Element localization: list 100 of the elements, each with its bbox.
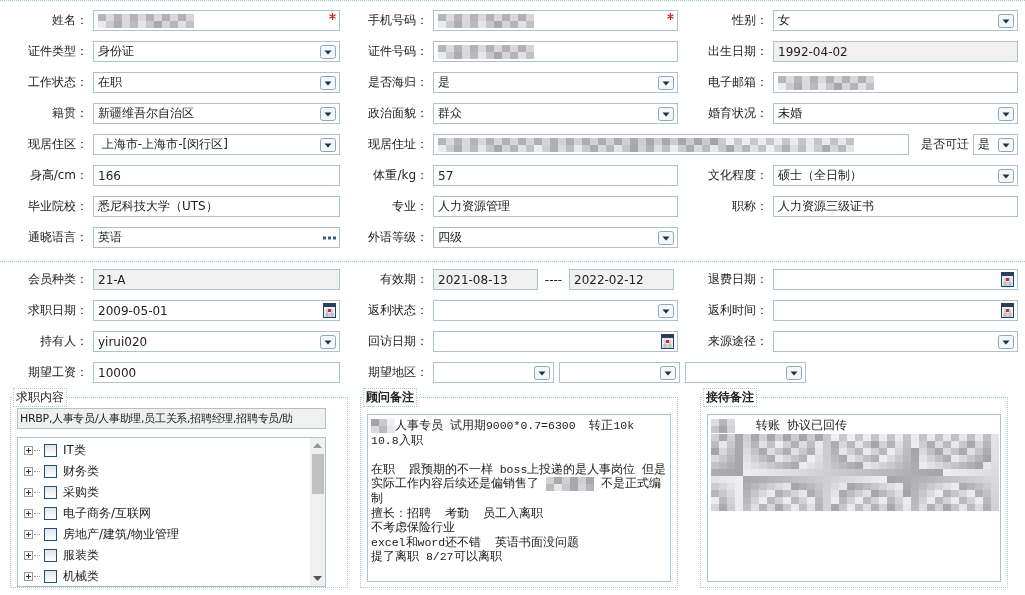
checkbox[interactable]	[44, 527, 57, 541]
notes-textarea[interactable]: 转账 协议已回传	[707, 414, 1001, 582]
notes-textarea[interactable]: 人事专员 试用期9000*0.7=6300 转正10k 10.8入职 在职 跟预期的不一样 boss上投递的是人事岗位 但是实际工作内容后续还是偏销售了 不是正式编制 擅长：招聘 考勤 员工入离职 不考虑保险行业 excel和word还不错 英语书面没问题 提了离职 8/27可以离职	[367, 414, 671, 582]
checkbox[interactable]	[44, 485, 57, 499]
field-label: 通晓语言：	[27, 229, 88, 246]
field-label: 姓名：	[51, 12, 88, 29]
category-label[interactable]: 房地产/建筑/物业管理	[63, 525, 180, 543]
calendar-icon[interactable]	[1001, 303, 1014, 318]
dropdown-field[interactable]	[773, 331, 1018, 352]
text-field[interactable]: 166	[93, 165, 340, 186]
date-field[interactable]: 2009-05-01	[93, 300, 340, 321]
checkbox[interactable]	[44, 464, 57, 478]
date-field[interactable]	[773, 300, 1018, 321]
redaction-mosaic	[371, 419, 395, 433]
text-field[interactable]	[433, 41, 678, 62]
calendar-icon[interactable]	[1001, 272, 1014, 287]
field-label: 籍贯：	[51, 105, 88, 122]
field-label: 返利状态：	[367, 302, 428, 319]
text-field[interactable]: 2021-08-13	[433, 269, 538, 290]
field-label: 持有人：	[39, 333, 88, 350]
category-label[interactable]: 财务类	[63, 462, 99, 480]
field-label: 电子邮箱：	[707, 74, 768, 91]
field-label: 是否海归：	[367, 74, 428, 91]
scrollbar[interactable]	[310, 438, 325, 586]
dropdown-field[interactable]: 未婚	[773, 103, 1018, 124]
text-field[interactable]: HRBP,人事专员/人事助理,员工关系,招聘经理,招聘专员/助	[17, 408, 326, 429]
checkbox[interactable]	[44, 569, 57, 583]
panel-title: 求职内容	[13, 388, 67, 407]
text-field[interactable]: 10000	[93, 362, 340, 383]
dropdown-field[interactable]: 女	[773, 10, 1018, 31]
text-field[interactable]: 57	[433, 165, 678, 186]
field-label: 期望地区：	[367, 364, 428, 381]
text-field[interactable]	[433, 10, 678, 31]
text-field[interactable]: 人力资源管理	[433, 196, 678, 217]
dropdown-field[interactable]: 新疆维吾尔自治区	[93, 103, 340, 124]
text-field[interactable]: 悉尼科技大学（UTS）	[93, 196, 340, 217]
field-label: 现居住址：	[367, 136, 428, 153]
lookup-field[interactable]: 英语	[93, 227, 340, 248]
range-separator: ----	[543, 272, 564, 287]
expand-icon[interactable]	[24, 487, 33, 497]
field-label: 工作状态：	[27, 74, 88, 91]
expand-icon[interactable]	[24, 466, 33, 476]
field-label: 期望工资：	[27, 364, 88, 381]
text-field[interactable]	[93, 10, 340, 31]
more-icon[interactable]	[323, 235, 336, 240]
field-label: 现居住区：	[27, 136, 88, 153]
expand-icon[interactable]	[24, 529, 33, 539]
checkbox[interactable]	[44, 548, 57, 562]
dropdown-field[interactable]: 身份证	[93, 41, 340, 62]
scroll-thumb[interactable]	[311, 454, 324, 494]
category-label[interactable]: 电子商务/互联网	[63, 504, 152, 522]
field-label: 出生日期：	[707, 43, 768, 60]
field-label: 手机号码：	[367, 12, 428, 29]
field-label: 返利时间：	[707, 302, 768, 319]
text-field[interactable]: 1992-04-02	[773, 41, 1018, 62]
expand-icon[interactable]	[24, 445, 33, 455]
text-field[interactable]: 21-A	[93, 269, 340, 290]
dropdown-field[interactable]	[685, 362, 806, 383]
text-field[interactable]: 人力资源三级证书	[773, 196, 1018, 217]
text-field[interactable]	[773, 72, 1018, 93]
dropdown-field[interactable]: 在职	[93, 72, 340, 93]
field-label: 婚育状况：	[707, 105, 768, 122]
calendar-icon[interactable]	[661, 334, 674, 349]
expand-icon[interactable]	[24, 508, 33, 518]
field-label: 政治面貌：	[367, 105, 428, 122]
dropdown-field[interactable]: 硕士（全日制）	[773, 165, 1018, 186]
field-label: 有效期：	[379, 271, 428, 288]
dropdown-field[interactable]: 上海市-上海市-[闵行区]	[93, 134, 340, 155]
dropdown-field[interactable]: yirui020	[93, 331, 340, 352]
dropdown-field[interactable]	[559, 362, 680, 383]
field-label: 证件号码：	[367, 43, 428, 60]
scroll-down-icon[interactable]	[313, 576, 322, 582]
dropdown-field[interactable]: 群众	[433, 103, 678, 124]
dropdown-field[interactable]: 是	[973, 134, 1018, 155]
category-label[interactable]: 采购类	[63, 483, 99, 501]
field-label: 回访日期：	[367, 333, 428, 350]
field-label: 毕业院校：	[27, 198, 88, 215]
field-label: 来源途径：	[707, 333, 768, 350]
expand-icon[interactable]	[24, 571, 33, 581]
category-label[interactable]: IT类	[63, 441, 86, 459]
dropdown-field[interactable]: 是	[433, 72, 678, 93]
checkbox[interactable]	[44, 443, 57, 457]
dropdown-field[interactable]: 四级	[433, 227, 678, 248]
field-label: 证件类型：	[27, 43, 88, 60]
category-label[interactable]: 机械类	[63, 567, 99, 585]
date-field[interactable]	[433, 331, 678, 352]
field-label: 外语等级：	[367, 229, 428, 246]
calendar-icon[interactable]	[323, 303, 336, 318]
dropdown-field[interactable]	[433, 300, 678, 321]
field-label: 职称：	[731, 198, 768, 215]
field-label: 身高/cm：	[28, 167, 88, 184]
text-field[interactable]	[433, 134, 909, 155]
checkbox[interactable]	[44, 506, 57, 520]
date-field[interactable]	[773, 269, 1018, 290]
field-label: 会员种类：	[27, 271, 88, 288]
panel-title: 接待备注	[703, 388, 757, 407]
expand-icon[interactable]	[24, 550, 33, 560]
category-label[interactable]: 服装类	[63, 546, 99, 564]
text-field[interactable]: 2022-02-12	[569, 269, 674, 290]
dropdown-field[interactable]	[433, 362, 554, 383]
